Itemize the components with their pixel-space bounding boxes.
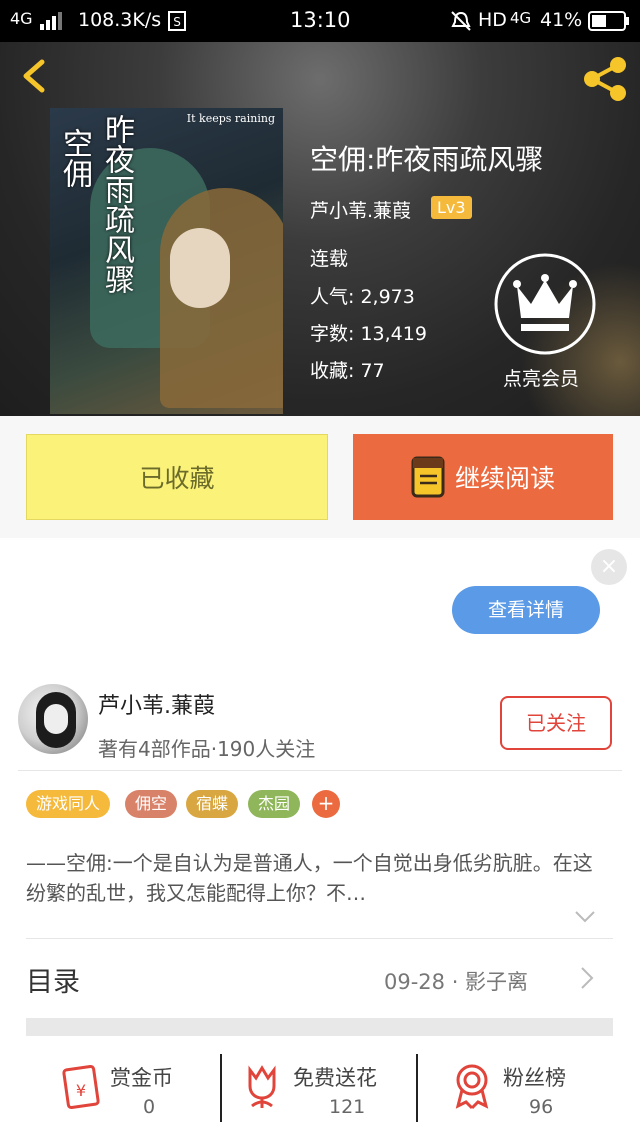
section-separator xyxy=(26,1018,613,1036)
reward-coin-value: 0 xyxy=(143,1096,156,1118)
book-icon xyxy=(411,456,445,498)
follow-button[interactable]: 已关注 xyxy=(500,696,612,750)
network-indicator: 4G xyxy=(10,9,33,28)
word-count: 字数: 13,419 xyxy=(310,323,427,345)
cover-vertical-sub: 空佣 xyxy=(57,128,92,188)
svg-text:S: S xyxy=(173,15,181,29)
tag-game-fanfic[interactable]: 游戏同人 xyxy=(26,790,111,818)
divider xyxy=(220,1054,222,1122)
toc-latest-update[interactable]: 09-28 · 影子离 xyxy=(384,966,528,996)
book-cover[interactable]: 昨夜雨疏风骤 空佣 It keeps raining xyxy=(50,108,283,414)
flower-icon[interactable] xyxy=(242,1062,282,1110)
back-arrow-icon[interactable] xyxy=(16,58,52,94)
serial-status: 连载 xyxy=(310,248,349,270)
close-icon[interactable]: × xyxy=(591,549,627,585)
free-flower-label[interactable]: 免费送花 xyxy=(293,1062,377,1092)
synopsis[interactable]: ——空佣:一个是自认为是普通人，一个自觉出身低劣肮脏。在这纷繁的乱世，我又怎能配… xyxy=(26,848,606,908)
divider xyxy=(18,770,622,771)
battery-icon xyxy=(588,11,629,31)
red-envelope-icon[interactable]: ¥ xyxy=(58,1062,102,1110)
status-bar: 4G 108.3K/s S 13:10 HD 4G 41% xyxy=(0,0,640,42)
collected-button[interactable]: 已收藏 xyxy=(26,434,328,520)
signal-icon xyxy=(40,12,62,30)
continue-reading-button[interactable]: 继续阅读 xyxy=(353,434,613,520)
svg-text:¥: ¥ xyxy=(76,1081,86,1100)
view-details-button[interactable]: 查看详情 xyxy=(452,586,600,634)
divider xyxy=(416,1054,418,1122)
author-name[interactable]: 芦小苇.蒹葭 xyxy=(310,196,411,223)
share-icon[interactable] xyxy=(580,56,630,102)
book-title: 空佣:昨夜雨疏风骤 xyxy=(310,143,544,176)
hd-indicator: HD xyxy=(478,9,507,31)
network-indicator-2: 4G xyxy=(510,9,532,27)
battery-percent: 41% xyxy=(540,9,583,31)
free-flower-value: 121 xyxy=(329,1096,366,1118)
avatar[interactable] xyxy=(18,684,88,754)
add-tag-button[interactable]: + xyxy=(312,790,340,818)
toc-title[interactable]: 目录 xyxy=(26,960,80,999)
net-speed: 108.3K/s xyxy=(78,9,162,31)
mute-bell-icon xyxy=(451,11,471,31)
collection-count: 收藏: 77 xyxy=(310,360,385,382)
fan-rank-label[interactable]: 粉丝榜 xyxy=(503,1062,566,1092)
cover-subtitle: It keeps raining xyxy=(186,112,275,125)
chevron-down-icon[interactable] xyxy=(574,910,596,924)
chevron-right-icon[interactable] xyxy=(580,966,594,990)
continue-reading-label: 继续阅读 xyxy=(454,464,555,493)
level-badge: Lv3 xyxy=(431,196,472,219)
vip-label[interactable]: 点亮会员 xyxy=(503,364,579,391)
storage-icon: S xyxy=(168,11,186,31)
reward-coin-label[interactable]: 赏金币 xyxy=(110,1062,173,1092)
tag-yongkong[interactable]: 佣空 xyxy=(125,790,178,818)
card-author-name[interactable]: 芦小苇.蒹葭 xyxy=(98,688,215,720)
cover-vertical-title: 昨夜雨疏风骤 xyxy=(99,114,134,294)
author-stats: 著有4部作品·190人关注 xyxy=(98,737,316,761)
tag-jieyuan[interactable]: 杰园 xyxy=(248,790,301,818)
tag-sudie[interactable]: 宿蝶 xyxy=(186,790,239,818)
divider xyxy=(26,938,613,939)
popularity: 人气: 2,973 xyxy=(310,286,415,308)
clock: 13:10 xyxy=(290,8,351,32)
medal-icon[interactable] xyxy=(452,1062,492,1110)
crown-icon[interactable] xyxy=(493,252,597,356)
fan-rank-value: 96 xyxy=(529,1096,554,1118)
